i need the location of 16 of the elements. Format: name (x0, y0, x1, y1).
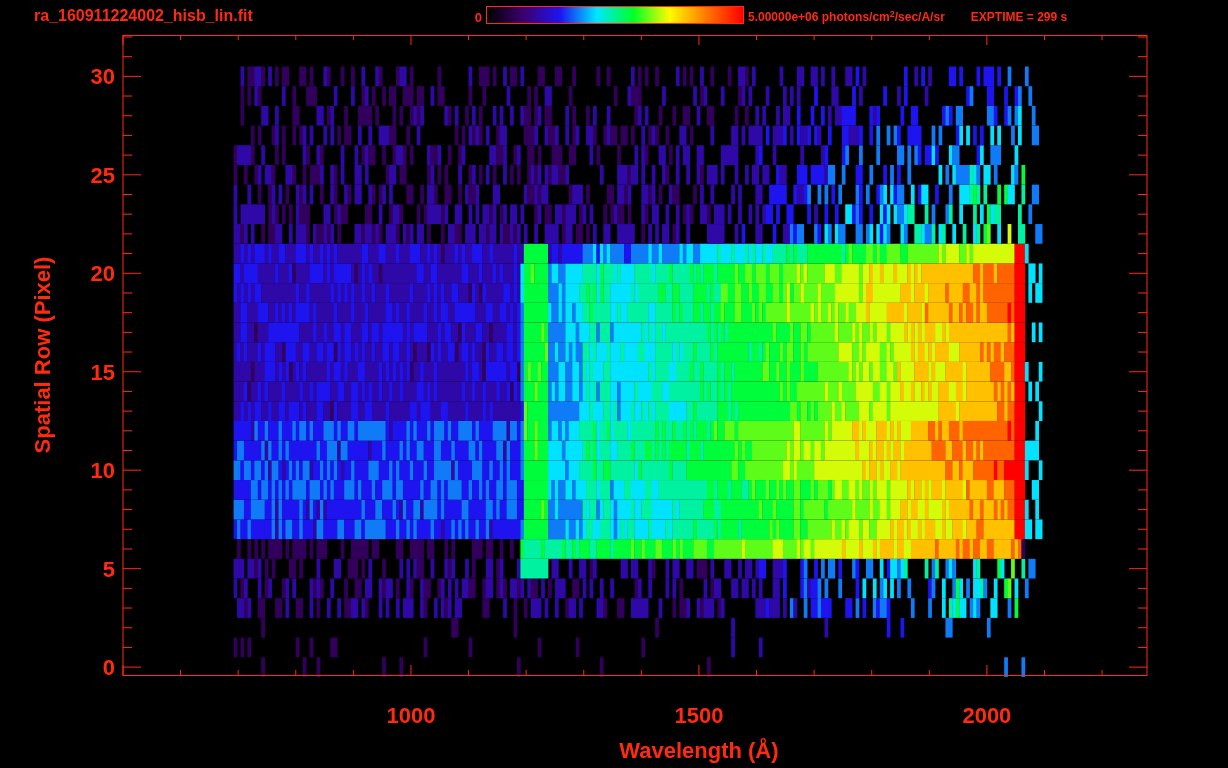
y-tick-label: 0 (102, 655, 115, 681)
x-axis-title: Wavelength (Å) (619, 738, 779, 763)
x-tick-label: 2000 (962, 703, 1012, 728)
x-tick-label: 1000 (386, 703, 436, 728)
y-axis-title: Spatial Row (Pixel) (30, 256, 55, 454)
y-tick-label: 25 (90, 162, 115, 188)
y-tick-label: 30 (90, 64, 115, 90)
y-tick-label: 20 (90, 261, 115, 287)
exposure-time: EXPTIME = 299 s (970, 11, 1068, 23)
y-tick-label: 15 (90, 359, 115, 385)
colorbar-max-label: 5.00000e+06 photons/cm$^{2}$/sec/A/sr (748, 11, 945, 23)
y-tick-label: 10 (90, 458, 115, 484)
plot-title: ra_160911224002_hisb_lin.fit (34, 8, 254, 24)
x-tick-label: 1500 (674, 703, 724, 728)
colorbar-min-label: 0 (473, 11, 483, 24)
y-tick-label: 5 (102, 556, 115, 582)
